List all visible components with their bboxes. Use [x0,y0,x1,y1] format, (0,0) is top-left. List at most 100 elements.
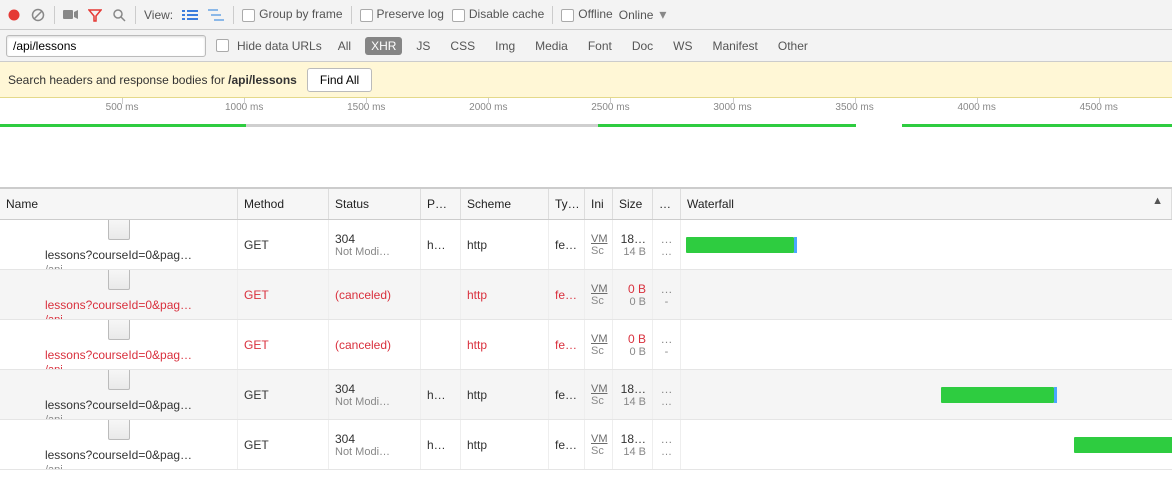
col-initiator[interactable]: Ini [585,189,613,219]
cell-time: … … [653,420,681,469]
cell-protocol: h… [421,370,461,419]
cell-size: 18… 14 B [613,220,653,269]
cell-initiator[interactable]: VM Sc [585,420,613,469]
clear-icon[interactable] [30,7,46,23]
divider [233,6,234,24]
request-name: lessons?courseId=0&pag… [45,448,192,462]
cell-initiator[interactable]: VM Sc [585,270,613,319]
divider [552,6,553,24]
request-path: /api [45,414,192,420]
filter-type-xhr[interactable]: XHR [365,37,402,55]
cell-method: GET [238,270,329,319]
cell-status: (canceled) [329,270,421,319]
filter-type-media[interactable]: Media [529,37,574,55]
search-icon[interactable] [111,7,127,23]
resource-type-filters: All XHR JS CSS Img Media Font Doc WS Manifest Othe… [332,37,814,55]
cell-protocol [421,270,461,319]
search-prefix: Search headers and response bodies for /… [8,73,297,87]
cell-initiator[interactable]: VM Sc [585,370,613,419]
filter-input[interactable] [6,35,206,57]
cell-time: … - [653,320,681,369]
chevron-down-icon[interactable]: ▾ [659,6,666,23]
requests-table-body: lessons?courseId=0&pag… /api GET 304 Not… [0,220,1172,470]
col-type[interactable]: Ty… [549,189,585,219]
divider [351,6,352,24]
col-size[interactable]: Size [613,189,653,219]
request-row[interactable]: lessons?courseId=0&pag… /api GET 304 Not… [0,370,1172,420]
view-tree-icon[interactable] [207,7,225,23]
offline-checkbox[interactable]: Offline [561,7,612,21]
filter-type-manifest[interactable]: Manifest [707,37,764,55]
search-bar: Search headers and response bodies for /… [0,62,1172,98]
cell-method: GET [238,220,329,269]
document-icon [108,370,130,390]
col-status[interactable]: Status [329,189,421,219]
divider [54,6,55,24]
request-row[interactable]: lessons?courseId=0&pag… /api GET (cancel… [0,320,1172,370]
cell-scheme: http [461,370,549,419]
cell-protocol: h… [421,420,461,469]
cell-protocol [421,320,461,369]
record-icon[interactable] [6,7,22,23]
cell-method: GET [238,320,329,369]
document-icon [108,270,130,290]
cell-initiator[interactable]: VM Sc [585,320,613,369]
find-all-button[interactable]: Find All [307,68,372,92]
request-row[interactable]: lessons?courseId=0&pag… /api GET 304 Not… [0,220,1172,270]
request-name: lessons?courseId=0&pag… [45,248,192,262]
filter-type-ws[interactable]: WS [667,37,698,55]
col-waterfall[interactable]: Waterfall▲ [681,189,1172,219]
filter-bar: Hide data URLs All XHR JS CSS Img Media Font Do… [0,30,1172,62]
col-time[interactable]: … [653,189,681,219]
col-protocol[interactable]: P… [421,189,461,219]
cell-status: (canceled) [329,320,421,369]
filter-type-img[interactable]: Img [489,37,521,55]
cell-time: … … [653,370,681,419]
col-scheme[interactable]: Scheme [461,189,549,219]
view-list-icon[interactable] [181,7,199,23]
document-icon [108,220,130,240]
cell-waterfall [681,420,1172,469]
request-row[interactable]: lessons?courseId=0&pag… /api GET 304 Not… [0,420,1172,470]
filter-type-all[interactable]: All [332,37,357,55]
cell-protocol: h… [421,220,461,269]
preserve-log-checkbox[interactable]: Preserve log [360,7,444,21]
group-by-frame-checkbox[interactable]: Group by frame [242,7,342,21]
hide-data-urls-checkbox[interactable]: Hide data URLs [216,39,322,53]
disable-cache-checkbox[interactable]: Disable cache [452,7,544,21]
cell-scheme: http [461,320,549,369]
filter-type-js[interactable]: JS [410,37,436,55]
request-name: lessons?courseId=0&pag… [45,298,192,312]
cell-time: … … [653,220,681,269]
cell-status: 304 Not Modi… [329,220,421,269]
filter-icon[interactable] [87,7,103,23]
network-toolbar: View: Group by frame Preserve log Disabl… [0,0,1172,30]
cell-size: 0 B 0 B [613,270,653,319]
cell-scheme: http [461,270,549,319]
filter-type-css[interactable]: CSS [444,37,481,55]
camera-icon[interactable] [63,7,79,23]
cell-type: fe… [549,220,585,269]
cell-waterfall [681,320,1172,369]
cell-status: 304 Not Modi… [329,420,421,469]
filter-type-font[interactable]: Font [582,37,618,55]
col-method[interactable]: Method [238,189,329,219]
cell-size: 18… 14 B [613,420,653,469]
cell-status: 304 Not Modi… [329,370,421,419]
cell-waterfall [681,370,1172,419]
filter-type-other[interactable]: Other [772,37,814,55]
divider [135,6,136,24]
col-name[interactable]: Name [0,189,238,219]
throttling-select[interactable]: Online [619,8,654,22]
request-path: /api [45,264,192,270]
sort-asc-icon: ▲ [1152,195,1163,207]
cell-method: GET [238,420,329,469]
filter-type-doc[interactable]: Doc [626,37,659,55]
cell-type: fe… [549,370,585,419]
request-path: /api [45,364,192,370]
cell-initiator[interactable]: VM Sc [585,220,613,269]
request-row[interactable]: lessons?courseId=0&pag… /api GET (cancel… [0,270,1172,320]
timeline-overview[interactable]: 500 ms1000 ms1500 ms2000 ms2500 ms3000 m… [0,98,1172,188]
cell-type: fe… [549,420,585,469]
cell-scheme: http [461,420,549,469]
